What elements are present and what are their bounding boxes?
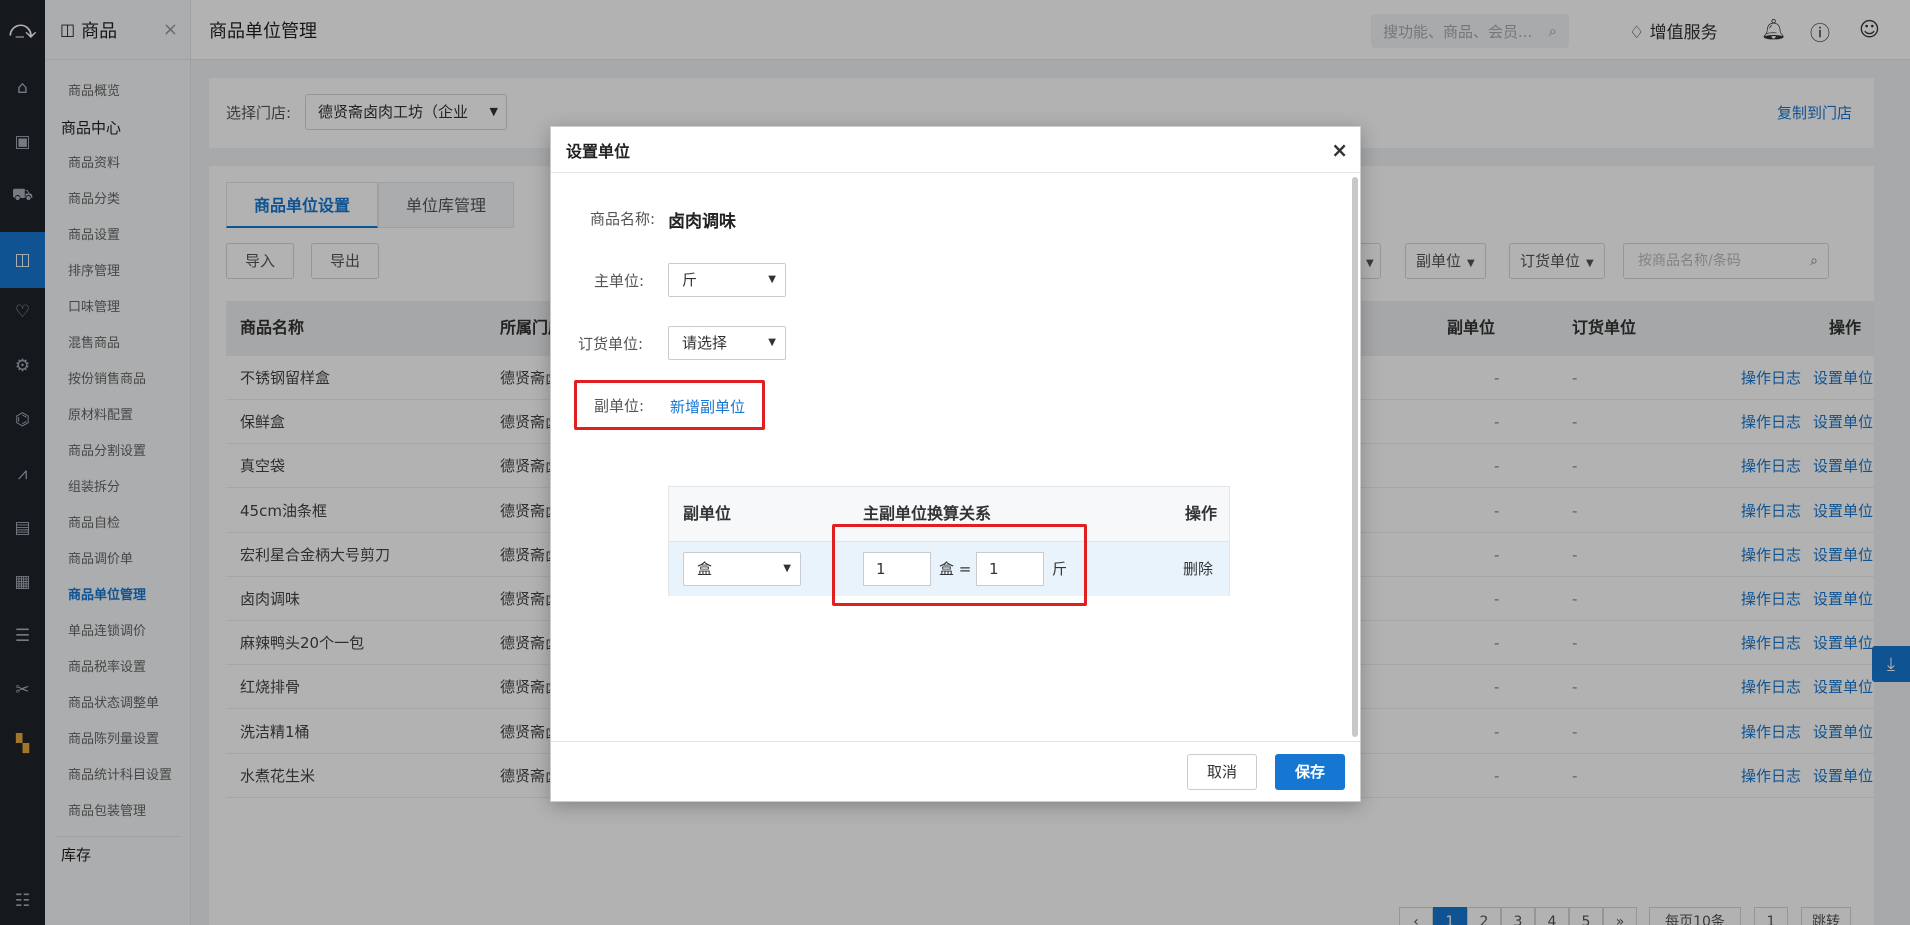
dialog-footer: 取消 保存	[551, 741, 1360, 801]
conversion-highlight	[832, 524, 1087, 606]
sub-unit-col: 副单位	[683, 504, 732, 523]
dialog-title: 设置单位	[566, 141, 631, 161]
order-unit-select[interactable]: 请选择 ▼	[668, 326, 786, 360]
order-unit-label: 订货单位:	[578, 335, 644, 353]
set-unit-dialog: 设置单位 × 商品名称: 卤肉调味 主单位: 斤 ▼ 订货单位: 请选择 ▼ 副单位…	[550, 126, 1361, 802]
cancel-button[interactable]: 取消	[1187, 754, 1258, 790]
sub-unit-value: 盒	[697, 560, 713, 578]
close-icon[interactable]: ×	[1331, 138, 1348, 162]
dialog-body: 商品名称: 卤肉调味 主单位: 斤 ▼ 订货单位: 请选择 ▼ 副单位: 新增副单位…	[551, 173, 1360, 741]
goods-name-value: 卤肉调味	[668, 212, 736, 232]
sub-unit-select[interactable]: 盒 ▼	[683, 552, 801, 586]
delete-link[interactable]: 删除	[1183, 542, 1213, 596]
save-button[interactable]: 保存	[1275, 754, 1346, 790]
main-unit-select[interactable]: 斤 ▼	[668, 263, 786, 297]
main-unit-value: 斤	[682, 271, 698, 289]
sub-unit-label: 副单位:	[594, 397, 645, 415]
add-sub-unit-link[interactable]: 新增副单位	[670, 396, 745, 417]
caret-down-icon: ▼	[768, 274, 776, 285]
caret-down-icon: ▼	[768, 337, 776, 348]
dialog-header: 设置单位 ×	[551, 127, 1360, 173]
order-unit-value: 请选择	[682, 334, 728, 352]
op-col: 操作	[1185, 504, 1218, 523]
main-unit-label: 主单位:	[594, 272, 645, 290]
caret-down-icon: ▼	[783, 563, 791, 574]
goods-name-label: 商品名称:	[590, 210, 656, 228]
